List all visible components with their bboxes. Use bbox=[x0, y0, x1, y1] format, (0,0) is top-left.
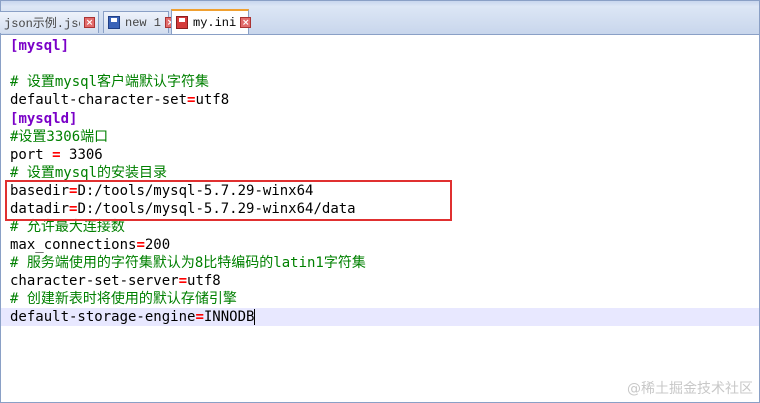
current-code-line: default-storage-engine=INNODB bbox=[1, 308, 759, 326]
comment: # 创建新表时将使用的默认存储引擎 bbox=[10, 291, 237, 307]
modified-file-icon bbox=[176, 16, 188, 29]
tab-label: json示例.json bbox=[4, 17, 80, 31]
tab-bar: json示例.json × new 1 × my.ini × bbox=[0, 7, 759, 35]
setting-key: character-set-server bbox=[10, 273, 179, 289]
tab-json-example[interactable]: json示例.json × bbox=[0, 11, 99, 33]
code-line: [mysqld] bbox=[1, 110, 759, 128]
section-header: [mysql] bbox=[10, 38, 70, 54]
setting-value: utf8 bbox=[187, 273, 221, 289]
setting-value: 200 bbox=[144, 237, 171, 253]
editor-window: json示例.json × new 1 × my.ini × [mysql] #… bbox=[0, 0, 760, 403]
tab-label: new 1 bbox=[125, 15, 162, 30]
code-line: max_connections=200 bbox=[10, 237, 171, 253]
code-line: # 服务端使用的字符集默认为8比特编码的latin1字符集 bbox=[1, 254, 759, 272]
comment: # 允许最大连接数 bbox=[10, 219, 125, 235]
code-line: #设置3306端口 bbox=[1, 128, 759, 146]
setting-key: max_connections bbox=[10, 237, 137, 253]
close-icon[interactable]: × bbox=[84, 17, 95, 28]
highlight-annotation-box bbox=[5, 180, 452, 221]
setting-value: utf8 bbox=[195, 92, 230, 108]
comment: # 服务端使用的字符集默认为8比特编码的latin1字符集 bbox=[10, 255, 366, 271]
comment: # 设置mysql的安装目录 bbox=[10, 165, 168, 181]
setting-value: INNODB bbox=[203, 309, 255, 325]
code-line: [mysql] bbox=[1, 37, 759, 55]
code-line: default-character-set=utf8 bbox=[10, 92, 230, 108]
code-line: port = 3306 bbox=[10, 147, 103, 163]
code-line: # 创建新表时将使用的默认存储引擎 bbox=[1, 290, 759, 308]
setting-key: default-storage-engine bbox=[10, 309, 196, 325]
tab-new-1[interactable]: new 1 × bbox=[103, 11, 177, 33]
tab-my-ini[interactable]: my.ini × bbox=[171, 9, 252, 34]
tab-label: my.ini bbox=[193, 15, 237, 30]
code-editor[interactable]: [mysql] # 设置mysql客户端默认字符集 default-charac… bbox=[1, 35, 759, 402]
code-line: # 设置mysql客户端默认字符集 bbox=[1, 73, 759, 91]
watermark: @稀土掘金技术社区 bbox=[627, 381, 753, 397]
setting-key: port bbox=[10, 147, 53, 163]
close-icon[interactable]: × bbox=[240, 17, 252, 28]
section-header: [mysqld] bbox=[10, 111, 78, 127]
setting-value: 3306 bbox=[60, 147, 103, 163]
comment: # 设置mysql客户端默认字符集 bbox=[10, 74, 210, 90]
saved-file-icon bbox=[108, 16, 120, 29]
setting-key: default-character-set bbox=[10, 92, 188, 108]
code-line: character-set-server=utf8 bbox=[10, 273, 221, 289]
comment: #设置3306端口 bbox=[10, 129, 109, 145]
